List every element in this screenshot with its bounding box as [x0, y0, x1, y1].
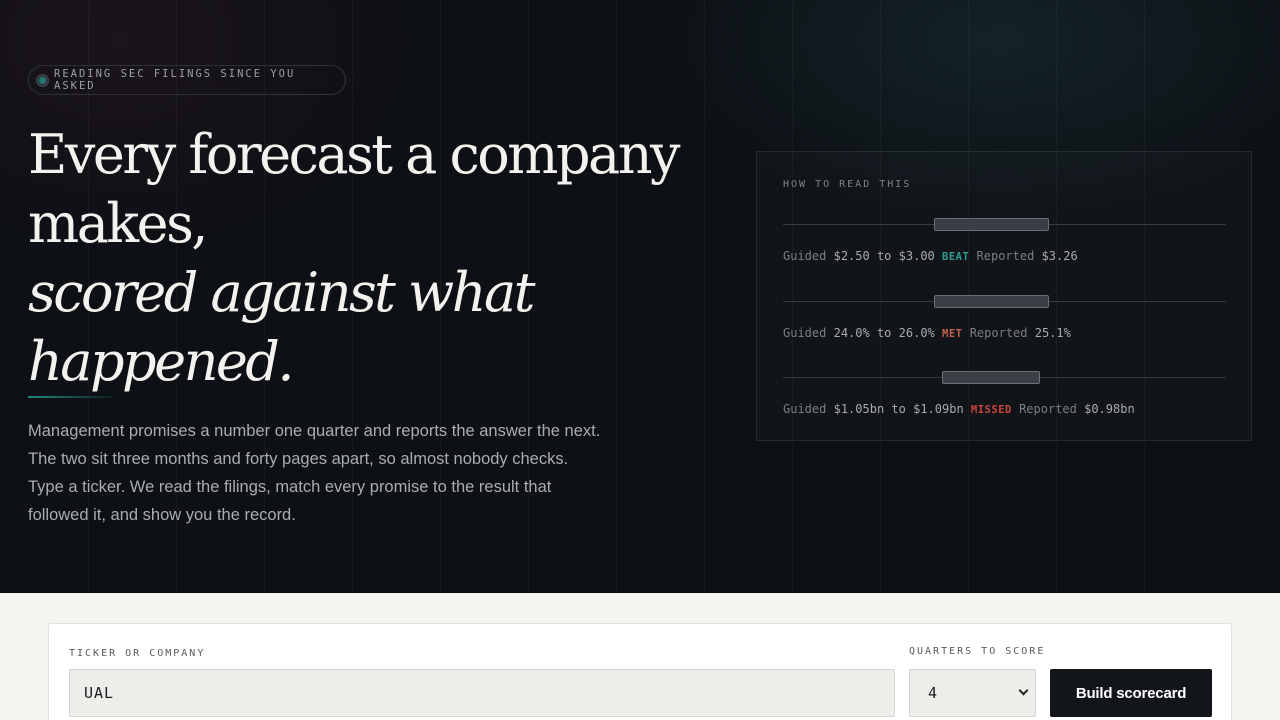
quarters-label: QUARTERS TO SCORE: [909, 646, 1046, 657]
reported-label: Reported: [969, 326, 1028, 340]
outcome-tag: MET: [942, 328, 963, 340]
badge-text: READING SEC FILINGS SINCE YOU ASKED: [54, 68, 296, 92]
guidance-range-bar: [933, 295, 1049, 308]
guided-to: to: [891, 402, 906, 416]
status-badge: READING SEC FILINGS SINCE YOU ASKED: [28, 65, 346, 95]
quarters-select[interactable]: 4: [909, 669, 1036, 717]
chevron-down-icon: [1018, 685, 1029, 696]
how-to-read-title: HOW TO READ THIS: [783, 179, 912, 190]
headline-underline: [28, 396, 113, 398]
guided-high: $3.00: [898, 249, 935, 263]
guided-label: Guided: [783, 326, 827, 340]
quarters-value: 4: [928, 684, 938, 702]
reported-value: 25.1%: [1034, 326, 1071, 340]
reported-label: Reported: [976, 249, 1035, 263]
intro-paragraph: Management promises a number one quarter…: [28, 422, 601, 524]
guided-low: $1.05bn: [833, 402, 885, 416]
page-title: Every forecast a company makes, scored a…: [28, 120, 681, 396]
guided-high: $1.09bn: [913, 402, 964, 416]
how-to-read-panel: HOW TO READ THIS Guided $2.50 to $3.00 B…: [756, 151, 1252, 441]
ticker-input[interactable]: [69, 669, 895, 717]
ticker-label: TICKER OR COMPANY: [69, 648, 206, 659]
guided-high: 26.0%: [898, 326, 935, 340]
hero-section: READING SEC FILINGS SINCE YOU ASKED Ever…: [0, 0, 1280, 593]
reported-label: Reported: [1019, 402, 1077, 416]
headline-line-1: Every forecast a company: [28, 123, 681, 186]
guided-label: Guided: [783, 249, 827, 263]
guided-low: $2.50: [833, 249, 870, 263]
guided-to: to: [876, 249, 892, 263]
build-scorecard-button[interactable]: Build scorecard: [1050, 669, 1212, 717]
grid-line: [704, 0, 705, 593]
outcome-tag: MISSED: [970, 404, 1012, 416]
legend-row-label: Guided $2.50 to $3.00 BEAT Reported $3.2…: [783, 249, 1078, 263]
headline-line-4: happened.: [28, 330, 295, 393]
status-dot-icon: [37, 74, 48, 86]
guided-to: to: [876, 326, 892, 340]
guidance-range-bar: [933, 218, 1049, 231]
outcome-tag: BEAT: [942, 251, 970, 263]
legend-row-label: Guided $1.05bn to $1.09bn MISSED Reporte…: [783, 402, 1135, 416]
reported-value: $0.98bn: [1084, 402, 1135, 416]
legend-row-label: Guided 24.0% to 26.0% MET Reported 25.1%: [783, 326, 1071, 340]
guidance-range-bar: [942, 371, 1040, 384]
guided-low: 24.0%: [833, 326, 870, 340]
scorecard-form: TICKER OR COMPANY QUARTERS TO SCORE 4 Bu…: [48, 623, 1232, 720]
reported-value: $3.26: [1041, 249, 1078, 263]
headline-line-3: scored against what: [28, 261, 535, 324]
headline-line-2: makes,: [28, 192, 208, 255]
guided-label: Guided: [783, 402, 827, 416]
